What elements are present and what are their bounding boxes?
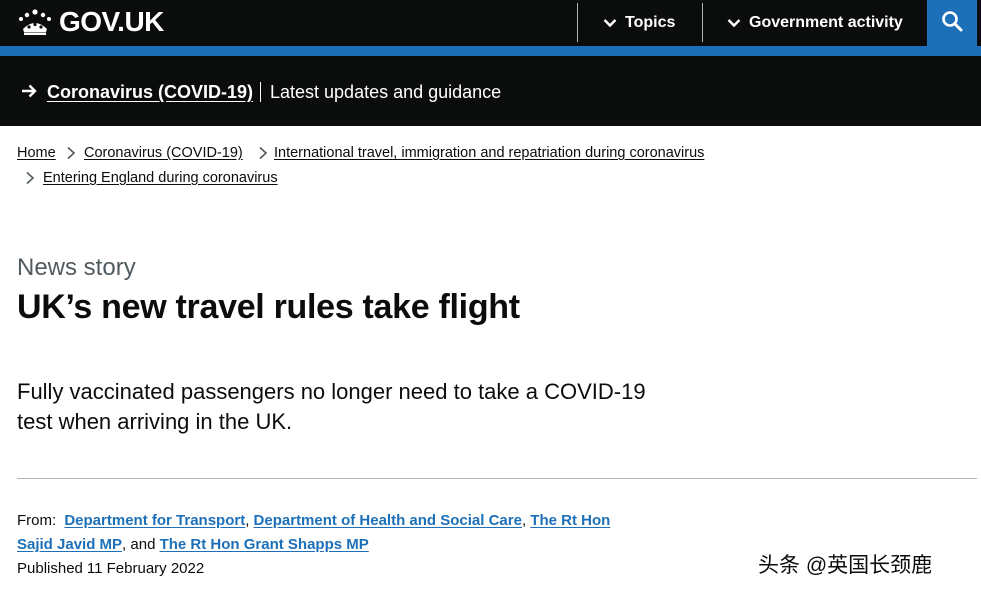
chevron-right-icon <box>258 146 268 165</box>
org-link[interactable]: Department of Health and Social Care <box>254 512 522 529</box>
document-type: News story <box>17 254 136 281</box>
chevron-right-icon <box>66 146 76 165</box>
search-button[interactable] <box>927 0 977 46</box>
lead-paragraph: Fully vaccinated passengers no longer ne… <box>17 379 646 434</box>
divider <box>17 478 977 479</box>
arrow-right-icon <box>20 82 38 105</box>
nav-divider <box>702 3 703 42</box>
govuk-logo-link[interactable]: GOV.UK <box>17 6 164 38</box>
breadcrumb-entering-england[interactable]: Entering England during coronavirus <box>43 169 278 187</box>
person-link[interactable]: The Rt Hon Grant Shapps MP <box>160 536 369 553</box>
breadcrumb-coronavirus[interactable]: Coronavirus (COVID-19) <box>84 144 243 162</box>
org-link[interactable]: Department for Transport <box>64 512 245 529</box>
logo-text: GOV.UK <box>59 6 164 37</box>
separator: , <box>521 512 527 529</box>
nav-topics-label: Topics <box>625 14 676 31</box>
nav-divider <box>577 3 578 42</box>
breadcrumb-home[interactable]: Home <box>17 144 56 162</box>
from-label: From: <box>17 512 57 529</box>
covid-link[interactable]: Coronavirus (COVID-19) <box>47 80 253 104</box>
separator: , and <box>122 536 156 553</box>
chevron-down-icon <box>603 18 617 28</box>
breadcrumb-international-travel[interactable]: International travel, immigration and re… <box>274 144 704 162</box>
page-title: UK’s new travel rules take flight <box>17 288 520 326</box>
nav-government-activity-label: Government activity <box>749 14 903 31</box>
published-date: 11 February 2022 <box>86 560 205 577</box>
nav-government-activity-button[interactable]: Government activity <box>727 0 903 46</box>
nav-topics-button[interactable]: Topics <box>603 0 675 46</box>
watermark: 头条 @英国长颈鹿 <box>758 554 933 577</box>
banner-separator <box>260 82 261 102</box>
crown-icon <box>17 8 53 36</box>
search-icon <box>941 10 963 37</box>
covid-banner-text: Latest updates and guidance <box>270 82 502 102</box>
covid-banner: Coronavirus (COVID-19) Latest updates an… <box>0 56 981 126</box>
chevron-right-icon <box>25 171 35 190</box>
header-blue-bar <box>0 46 981 56</box>
published-info: Published 11 February 2022 <box>17 558 204 580</box>
published-label: Published <box>17 560 83 577</box>
chevron-down-icon <box>727 18 741 28</box>
separator: , <box>245 512 250 529</box>
site-header: GOV.UK Topics Government activity <box>0 0 981 46</box>
metadata-from: From: Department for Transport, Departme… <box>17 509 637 557</box>
